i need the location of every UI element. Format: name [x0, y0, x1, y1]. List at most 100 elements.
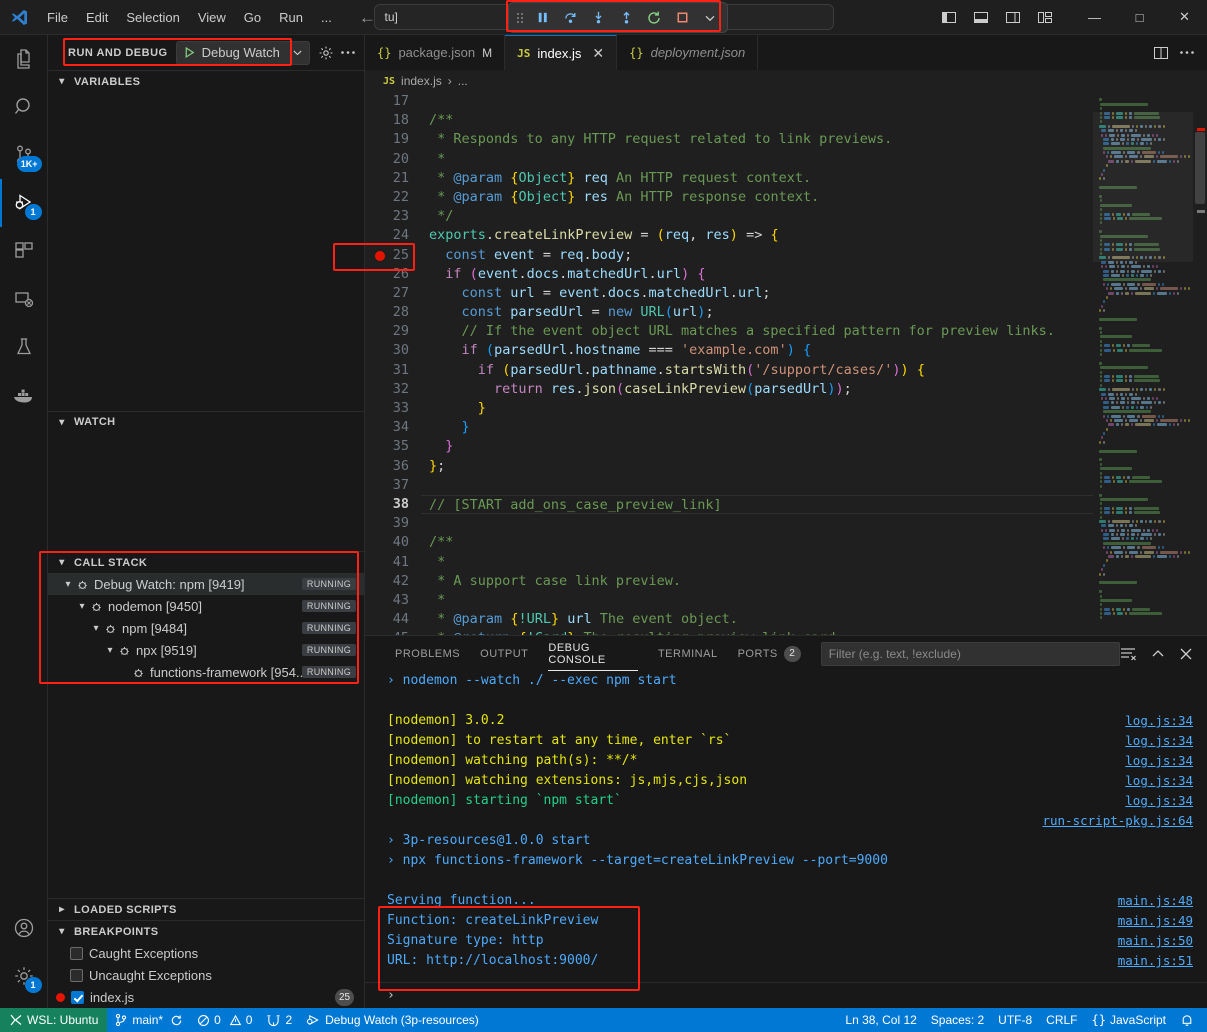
sidebar-item-remote-explorer[interactable]	[0, 275, 48, 323]
code-text[interactable]: }	[421, 418, 1093, 437]
split-editor-right-icon[interactable]	[1153, 45, 1169, 61]
code-line[interactable]: 23 */	[365, 207, 1093, 226]
console-source-link[interactable]: log.js:34	[1125, 711, 1207, 731]
console-source-link[interactable]: log.js:34	[1125, 731, 1207, 751]
breakpoint-dot-icon[interactable]	[375, 251, 385, 261]
code-line[interactable]: 17	[365, 92, 1093, 111]
customize-layout-icon[interactable]	[1030, 2, 1060, 32]
code-line[interactable]: 24exports.createLinkPreview = (req, res)…	[365, 226, 1093, 245]
sidebar-item-run-and-debug[interactable]: 1	[0, 179, 48, 227]
breakpoint-checkbox[interactable]	[70, 947, 83, 960]
tab-problems[interactable]: PROBLEMS	[385, 636, 470, 671]
minimap[interactable]	[1093, 92, 1193, 635]
step-into-button[interactable]	[585, 5, 611, 30]
clear-console-icon[interactable]	[1120, 647, 1137, 661]
code-text[interactable]: const url = event.docs.matchedUrl.url;	[421, 284, 1093, 303]
call-stack-row[interactable]: ▾ npm [9484] RUNNING	[48, 617, 364, 639]
activity-bar[interactable]: 1K+ 1 1	[0, 35, 48, 1008]
code-line[interactable]: 25 const event = req.body;	[365, 246, 1093, 265]
status-language-mode[interactable]: {} JavaScript	[1085, 1008, 1173, 1032]
loaded-scripts-header[interactable]: ▸ LOADED SCRIPTS	[48, 898, 364, 920]
filter-input[interactable]: Filter (e.g. text, !exclude)	[821, 642, 1120, 666]
call-stack-row[interactable]: ▾ npx [9519] RUNNING	[48, 639, 364, 661]
menu-item-selection[interactable]: Selection	[117, 7, 188, 28]
line-number[interactable]: 36	[365, 457, 421, 476]
line-number[interactable]: 41	[365, 553, 421, 572]
debug-toolbar[interactable]	[508, 2, 728, 33]
code-text[interactable]: * @param {!URL} url The event object.	[421, 610, 1093, 629]
chevron-down-icon[interactable]: ▾	[60, 579, 76, 590]
watch-header[interactable]: ▾ WATCH	[48, 411, 364, 433]
tab-package-json[interactable]: {} package.json M	[365, 35, 505, 70]
more-actions-icon[interactable]	[340, 50, 356, 55]
line-number[interactable]: 40	[365, 533, 421, 552]
code-text[interactable]	[421, 92, 1093, 111]
console-source-link[interactable]: log.js:34	[1125, 791, 1207, 811]
breadcrumb[interactable]: JS index.js › ...	[365, 70, 1207, 92]
call-stack-row[interactable]: ▾ nodemon [9450] RUNNING	[48, 595, 364, 617]
menu-bar[interactable]: File Edit Selection View Go Run ...	[38, 7, 341, 28]
status-eol[interactable]: CRLF	[1039, 1008, 1084, 1032]
line-number[interactable]: 42	[365, 572, 421, 591]
line-number[interactable]: 19	[365, 130, 421, 149]
line-number[interactable]: 45	[365, 629, 421, 635]
breakpoint-row[interactable]: Caught Exceptions	[48, 942, 364, 964]
status-branch[interactable]: main*	[107, 1008, 190, 1032]
line-number[interactable]: 35	[365, 437, 421, 456]
code-line[interactable]: 42 * A support case link preview.	[365, 572, 1093, 591]
code-line[interactable]: 31 if (parsedUrl.pathname.startsWith('/s…	[365, 361, 1093, 380]
code-line[interactable]: 43 *	[365, 591, 1093, 610]
breadcrumb-file[interactable]: index.js	[401, 74, 442, 88]
chevron-down-icon[interactable]: ▾	[102, 645, 118, 656]
code-text[interactable]: const parsedUrl = new URL(url);	[421, 303, 1093, 322]
code-text[interactable]: // [START add_ons_case_preview_link]	[421, 495, 1093, 514]
line-number[interactable]: 27	[365, 284, 421, 303]
line-number[interactable]: 31	[365, 361, 421, 380]
code-text[interactable]: if (event.docs.matchedUrl.url) {	[421, 265, 1093, 284]
line-number[interactable]: 38	[365, 495, 421, 514]
line-number[interactable]: 37	[365, 476, 421, 495]
code-line[interactable]: 20 *	[365, 150, 1093, 169]
code-content[interactable]: 1718/**19 * Responds to any HTTP request…	[365, 92, 1093, 635]
line-number[interactable]: 21	[365, 169, 421, 188]
minimap-slider[interactable]	[1093, 112, 1193, 262]
line-number[interactable]: 43	[365, 591, 421, 610]
code-text[interactable]: return res.json(caseLinkPreview(parsedUr…	[421, 380, 1093, 399]
menu-item-more[interactable]: ...	[312, 7, 341, 28]
code-line[interactable]: 38// [START add_ons_case_preview_link]	[365, 495, 1093, 514]
line-number[interactable]: 33	[365, 399, 421, 418]
menu-item-run[interactable]: Run	[270, 7, 312, 28]
line-number[interactable]: 44	[365, 610, 421, 629]
code-text[interactable]	[421, 476, 1093, 495]
code-text[interactable]: * @param {Object} req An HTTP request co…	[421, 169, 1093, 188]
console-source-link[interactable]: main.js:51	[1118, 951, 1207, 971]
status-encoding[interactable]: UTF-8	[991, 1008, 1039, 1032]
line-number[interactable]: 34	[365, 418, 421, 437]
tab-debug-console[interactable]: DEBUG CONSOLE	[538, 636, 648, 671]
status-remote-indicator[interactable]: WSL: Ubuntu	[0, 1008, 107, 1032]
manage-settings-button[interactable]: 1	[0, 952, 48, 1000]
more-editor-actions-icon[interactable]	[1179, 50, 1195, 55]
restart-button[interactable]	[641, 5, 667, 30]
menu-item-go[interactable]: Go	[235, 7, 270, 28]
breakpoints-header[interactable]: ▾ BREAKPOINTS	[48, 920, 364, 942]
breadcrumb-trail[interactable]: ...	[458, 74, 468, 88]
toggle-secondary-sidebar-icon[interactable]	[998, 2, 1028, 32]
sidebar-item-extensions[interactable]	[0, 227, 48, 275]
chevron-down-icon[interactable]	[292, 47, 303, 58]
code-line[interactable]: 45 * @return {!Card} The resulting previ…	[365, 629, 1093, 635]
editor-tabs[interactable]: {} package.json M JS index.js ✕ {} deplo…	[365, 35, 1207, 70]
close-panel-icon[interactable]	[1179, 647, 1193, 661]
code-text[interactable]: }	[421, 399, 1093, 418]
line-number[interactable]: 18	[365, 111, 421, 130]
status-indentation[interactable]: Spaces: 2	[924, 1008, 991, 1032]
code-text[interactable]: * @return {!Card} The resulting preview …	[421, 629, 1093, 635]
code-line[interactable]: 21 * @param {Object} req An HTTP request…	[365, 169, 1093, 188]
breakpoint-checkbox[interactable]	[71, 991, 84, 1004]
tab-index-js[interactable]: JS index.js ✕	[505, 35, 617, 70]
code-line[interactable]: 37	[365, 476, 1093, 495]
console-source-link[interactable]: log.js:34	[1125, 771, 1207, 791]
code-text[interactable]: if (parsedUrl.pathname.startsWith('/supp…	[421, 361, 1093, 380]
menu-item-file[interactable]: File	[38, 7, 77, 28]
code-text[interactable]: *	[421, 591, 1093, 610]
